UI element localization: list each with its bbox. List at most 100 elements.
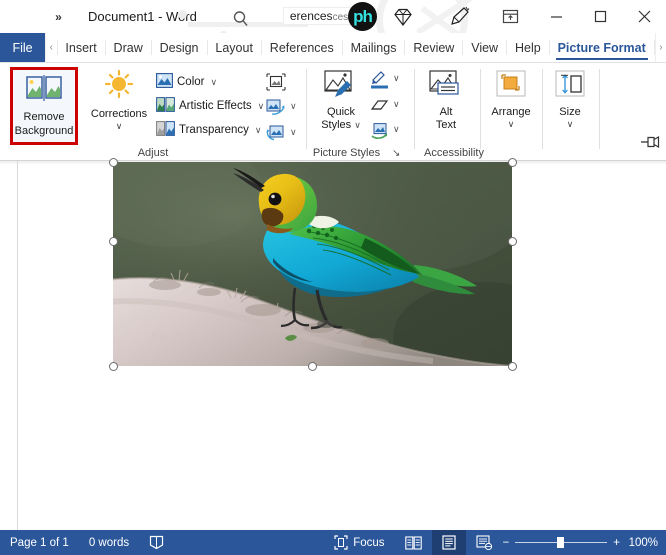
zoom-thumb[interactable] xyxy=(557,537,565,548)
chevron-down-icon[interactable]: ∨ xyxy=(393,73,400,84)
tab-file[interactable]: File xyxy=(0,33,46,62)
diamond-icon xyxy=(392,6,414,33)
ribbon-group-size: Size ∨ xyxy=(543,63,599,161)
tab-picture-format[interactable]: Picture Format xyxy=(550,33,654,62)
tab-layout[interactable]: Layout xyxy=(207,33,261,62)
bird-photo-artwork: Fran. L'Epine xyxy=(113,162,512,366)
reset-picture-button[interactable]: ∨ xyxy=(266,125,297,146)
color-button[interactable]: Color ∨ xyxy=(156,73,217,91)
transparency-icon xyxy=(156,121,175,139)
selected-picture[interactable]: Fran. L'Epine xyxy=(108,157,517,371)
artistic-effects-button[interactable]: Artistic Effects ∨ xyxy=(156,97,264,115)
resize-handle-top-left[interactable] xyxy=(108,157,118,167)
color-label: Color xyxy=(177,76,205,88)
chevron-down-icon[interactable]: ∨ xyxy=(210,77,217,88)
resize-handle-bottom-right[interactable] xyxy=(507,361,517,371)
tab-mailings[interactable]: Mailings xyxy=(343,33,405,62)
quick-styles-label-line1: Quick xyxy=(326,106,356,118)
corrections-label: Corrections xyxy=(90,108,148,120)
group-label-adjust: Adjust xyxy=(137,147,169,159)
web-layout-button[interactable] xyxy=(466,530,503,555)
tab-scroll-left-button[interactable]: ‹ xyxy=(45,33,56,62)
tab-insert[interactable]: Insert xyxy=(57,33,104,62)
minimize-button[interactable] xyxy=(534,0,578,33)
word-window: » Document1 - Word erencesces ph File ‹ … xyxy=(0,0,666,555)
chevron-down-icon[interactable]: ∨ xyxy=(116,122,123,131)
resize-handle-bottom-left[interactable] xyxy=(108,361,118,371)
compress-pictures-button[interactable] xyxy=(266,73,286,96)
color-icon xyxy=(156,73,173,91)
resize-handle-bottom-center[interactable] xyxy=(308,361,317,371)
quick-styles-label-line2: Styles xyxy=(321,119,352,132)
page-indicator[interactable]: Page 1 of 1 xyxy=(0,530,79,555)
pin-ribbon-button[interactable] xyxy=(640,135,660,154)
alt-text-label-line1: Alt xyxy=(439,106,453,118)
ribbon-group-arrange: Arrange ∨ xyxy=(481,63,542,161)
chevron-down-icon[interactable]: ∨ xyxy=(255,125,262,136)
chevron-down-icon[interactable]: ∨ xyxy=(290,127,297,138)
page-left-margin-guide xyxy=(17,161,18,530)
transparency-button[interactable]: Transparency ∨ xyxy=(156,121,261,139)
focus-mode-button[interactable]: Focus xyxy=(324,530,394,555)
tab-scroll-right-button[interactable]: › xyxy=(654,33,666,62)
quick-access-more-icon[interactable]: » xyxy=(38,3,78,31)
artistic-effects-icon xyxy=(156,97,175,115)
status-bar: Page 1 of 1 0 words Focus − + 100% xyxy=(0,530,666,555)
chevron-down-icon[interactable]: ∨ xyxy=(393,99,400,110)
ribbon-display-options-button[interactable] xyxy=(486,0,534,33)
alt-text-button[interactable]: Alt Text xyxy=(413,69,479,132)
remove-background-icon xyxy=(26,75,62,108)
tab-draw[interactable]: Draw xyxy=(106,33,151,62)
chevron-down-icon[interactable]: ∨ xyxy=(508,120,515,129)
tab-design[interactable]: Design xyxy=(152,33,207,62)
alt-text-label: Alt Text xyxy=(436,106,456,132)
bird-photo[interactable]: Fran. L'Epine xyxy=(113,162,512,366)
picture-effects-button[interactable]: ∨ xyxy=(370,98,400,119)
group-separator xyxy=(599,69,600,149)
alt-text-label-line2: Text xyxy=(435,119,457,132)
window-controls xyxy=(486,0,666,33)
chevron-down-icon[interactable]: ∨ xyxy=(567,120,574,129)
tab-references[interactable]: References xyxy=(262,33,342,62)
word-count[interactable]: 0 words xyxy=(79,530,139,555)
resize-handle-top-right[interactable] xyxy=(507,157,517,167)
print-layout-button[interactable] xyxy=(431,530,466,555)
search-fragment-secondary: ces xyxy=(332,11,349,23)
tab-help[interactable]: Help xyxy=(507,33,549,62)
zoom-in-button[interactable]: + xyxy=(613,537,620,549)
ribbon: Remove Background Corrections ∨ Color ∨ … xyxy=(0,63,666,161)
alt-text-icon xyxy=(427,69,465,104)
tab-review[interactable]: Review xyxy=(405,33,462,62)
resize-handle-middle-left[interactable] xyxy=(108,237,118,246)
picture-border-button[interactable]: ∨ xyxy=(370,71,400,94)
sun-icon xyxy=(102,69,136,106)
chevron-down-icon[interactable]: ∨ xyxy=(290,101,297,112)
zoom-out-button[interactable]: − xyxy=(503,537,510,549)
zoom-track[interactable] xyxy=(515,537,608,548)
resize-handle-middle-right[interactable] xyxy=(507,237,517,246)
picture-layout-button[interactable]: ∨ xyxy=(370,123,400,144)
size-icon xyxy=(553,69,587,104)
tab-view[interactable]: View xyxy=(463,33,506,62)
remove-background-button[interactable]: Remove Background xyxy=(10,67,78,145)
corrections-button[interactable]: Corrections ∨ xyxy=(86,69,152,131)
change-picture-button[interactable]: ∨ xyxy=(266,99,297,120)
size-label: Size xyxy=(559,106,581,118)
focus-label: Focus xyxy=(353,536,385,549)
maximize-button[interactable] xyxy=(578,0,622,33)
zoom-level[interactable]: 100% xyxy=(626,537,666,549)
chevron-down-icon[interactable]: ∨ xyxy=(393,124,400,135)
chevron-down-icon[interactable]: ∨ xyxy=(258,101,265,112)
quick-styles-button[interactable]: Quick Styles ∨ xyxy=(311,69,371,132)
read-mode-button[interactable] xyxy=(395,530,432,555)
close-button[interactable] xyxy=(622,0,666,33)
zoom-slider[interactable]: − + xyxy=(503,537,626,549)
ribbon-group-accessibility: Alt Text Accessibility xyxy=(413,63,484,161)
size-button[interactable]: Size ∨ xyxy=(538,69,602,129)
proofing-status-button[interactable] xyxy=(139,530,174,555)
picture-styles-dialog-launcher[interactable]: ↘ xyxy=(392,148,400,159)
chevron-down-icon[interactable]: ∨ xyxy=(354,120,361,130)
arrange-button[interactable]: Arrange ∨ xyxy=(479,69,543,129)
arrange-icon xyxy=(494,69,528,104)
arrange-label: Arrange xyxy=(491,106,531,118)
